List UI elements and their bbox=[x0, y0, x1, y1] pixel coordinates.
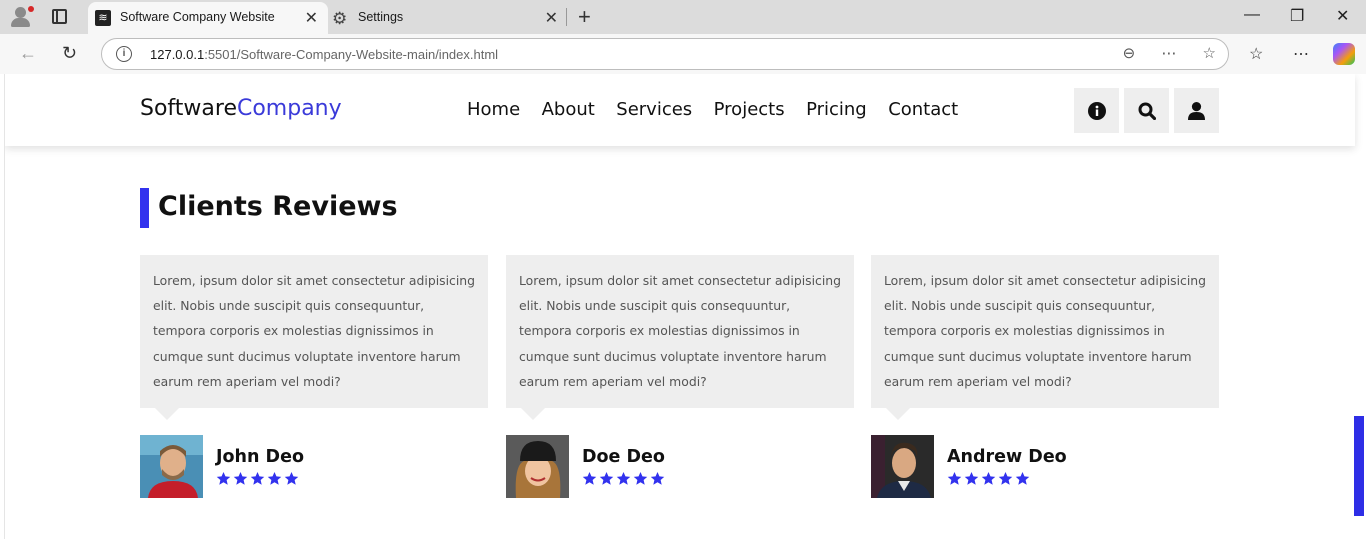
site-favicon-icon: ≋ bbox=[95, 10, 111, 26]
nav-projects[interactable]: Projects bbox=[714, 99, 785, 120]
browser-toolbar: ← ↻ i 127.0.0.1:5501/Software-Company-We… bbox=[0, 34, 1366, 74]
review-text: Lorem, ipsum dolor sit amet consectetur … bbox=[153, 273, 476, 389]
site-info-icon[interactable]: i bbox=[116, 46, 132, 62]
review-quote-box: Lorem, ipsum dolor sit amet consectetur … bbox=[506, 255, 854, 420]
close-tab-icon[interactable]: ✕ bbox=[305, 8, 318, 28]
reload-icon[interactable]: ↻ bbox=[62, 43, 77, 64]
client-name: Andrew Deo bbox=[947, 447, 1067, 467]
star-icon bbox=[582, 471, 597, 485]
site-header: SoftwareCompany Home About Services Proj… bbox=[5, 74, 1355, 146]
star-icon bbox=[284, 471, 299, 485]
nav-contact[interactable]: Contact bbox=[888, 99, 958, 120]
client-name: John Deo bbox=[216, 447, 304, 467]
star-icon bbox=[599, 471, 614, 485]
info-icon bbox=[1087, 101, 1106, 120]
star-icon bbox=[216, 471, 231, 485]
star-icon bbox=[964, 471, 979, 485]
avatar bbox=[871, 435, 934, 498]
star-icon bbox=[650, 471, 665, 485]
client-name: Doe Deo bbox=[582, 447, 665, 467]
star-icon bbox=[998, 471, 1013, 485]
profile-icon[interactable] bbox=[9, 6, 34, 28]
avatar bbox=[506, 435, 569, 498]
site-logo[interactable]: SoftwareCompany bbox=[140, 96, 342, 121]
section-title: Clients Reviews bbox=[158, 191, 398, 222]
review-card: Lorem, ipsum dolor sit amet consectetur … bbox=[871, 255, 1219, 498]
copilot-icon[interactable] bbox=[1333, 43, 1355, 65]
new-tab-icon[interactable]: + bbox=[578, 4, 591, 30]
info-button[interactable] bbox=[1074, 88, 1119, 133]
tab-title: Software Company Website bbox=[120, 10, 275, 24]
user-icon bbox=[1188, 101, 1205, 120]
avatar bbox=[140, 435, 203, 498]
tab-software-company[interactable]: ≋ Software Company Website ✕ bbox=[88, 2, 328, 34]
search-icon bbox=[1138, 102, 1156, 120]
main-nav: Home About Services Projects Pricing Con… bbox=[467, 99, 975, 120]
star-icon bbox=[250, 471, 265, 485]
review-quote-box: Lorem, ipsum dolor sit amet consectetur … bbox=[140, 255, 488, 420]
scroll-indicator[interactable] bbox=[1354, 416, 1364, 516]
tab-settings[interactable]: ⚙ Settings ✕ bbox=[330, 2, 566, 34]
back-arrow-icon[interactable]: ← bbox=[19, 43, 37, 64]
url-text[interactable]: 127.0.0.1:5501/Software-Company-Website-… bbox=[150, 47, 498, 62]
review-card: Lorem, ipsum dolor sit amet consectetur … bbox=[506, 255, 854, 498]
review-card: Lorem, ipsum dolor sit amet consectetur … bbox=[140, 255, 488, 498]
favorites-icon[interactable]: ☆ bbox=[1249, 44, 1263, 64]
tab-divider bbox=[566, 8, 567, 26]
section-accent-bar bbox=[140, 188, 149, 228]
star-icon bbox=[1015, 471, 1030, 485]
zoom-out-icon[interactable]: ⊖ bbox=[1123, 45, 1136, 62]
user-button[interactable] bbox=[1174, 88, 1219, 133]
star-icon bbox=[947, 471, 962, 485]
star-icon bbox=[267, 471, 282, 485]
review-text: Lorem, ipsum dolor sit amet consectetur … bbox=[884, 273, 1207, 389]
star-icon bbox=[633, 471, 648, 485]
more-options-icon[interactable]: ⋯ bbox=[1161, 45, 1176, 62]
star-icon bbox=[616, 471, 631, 485]
nav-about[interactable]: About bbox=[542, 99, 595, 120]
address-bar[interactable]: i 127.0.0.1:5501/Software-Company-Websit… bbox=[101, 38, 1229, 70]
minimize-icon[interactable]: — bbox=[1244, 6, 1260, 24]
settings-more-icon[interactable]: ⋯ bbox=[1293, 44, 1309, 64]
browser-tab-bar: ≋ Software Company Website ✕ ⚙ Settings … bbox=[0, 0, 1366, 34]
star-rating bbox=[582, 471, 667, 491]
star-icon bbox=[981, 471, 996, 485]
star-rating bbox=[216, 471, 301, 491]
close-window-icon[interactable]: ✕ bbox=[1336, 6, 1349, 26]
gear-icon: ⚙ bbox=[332, 9, 348, 28]
star-rating bbox=[947, 471, 1032, 491]
page-viewport: SoftwareCompany Home About Services Proj… bbox=[4, 74, 1366, 539]
close-tab-icon[interactable]: ✕ bbox=[545, 8, 558, 28]
nav-home[interactable]: Home bbox=[467, 99, 520, 120]
review-quote-box: Lorem, ipsum dolor sit amet consectetur … bbox=[871, 255, 1219, 420]
review-text: Lorem, ipsum dolor sit amet consectetur … bbox=[519, 273, 842, 389]
favorite-star-icon[interactable]: ☆ bbox=[1203, 45, 1216, 62]
tab-actions-icon[interactable] bbox=[52, 9, 67, 24]
tab-title: Settings bbox=[358, 10, 404, 24]
star-icon bbox=[233, 471, 248, 485]
restore-icon[interactable]: ❐ bbox=[1290, 6, 1304, 26]
search-button[interactable] bbox=[1124, 88, 1169, 133]
nav-services[interactable]: Services bbox=[616, 99, 692, 120]
nav-pricing[interactable]: Pricing bbox=[806, 99, 867, 120]
